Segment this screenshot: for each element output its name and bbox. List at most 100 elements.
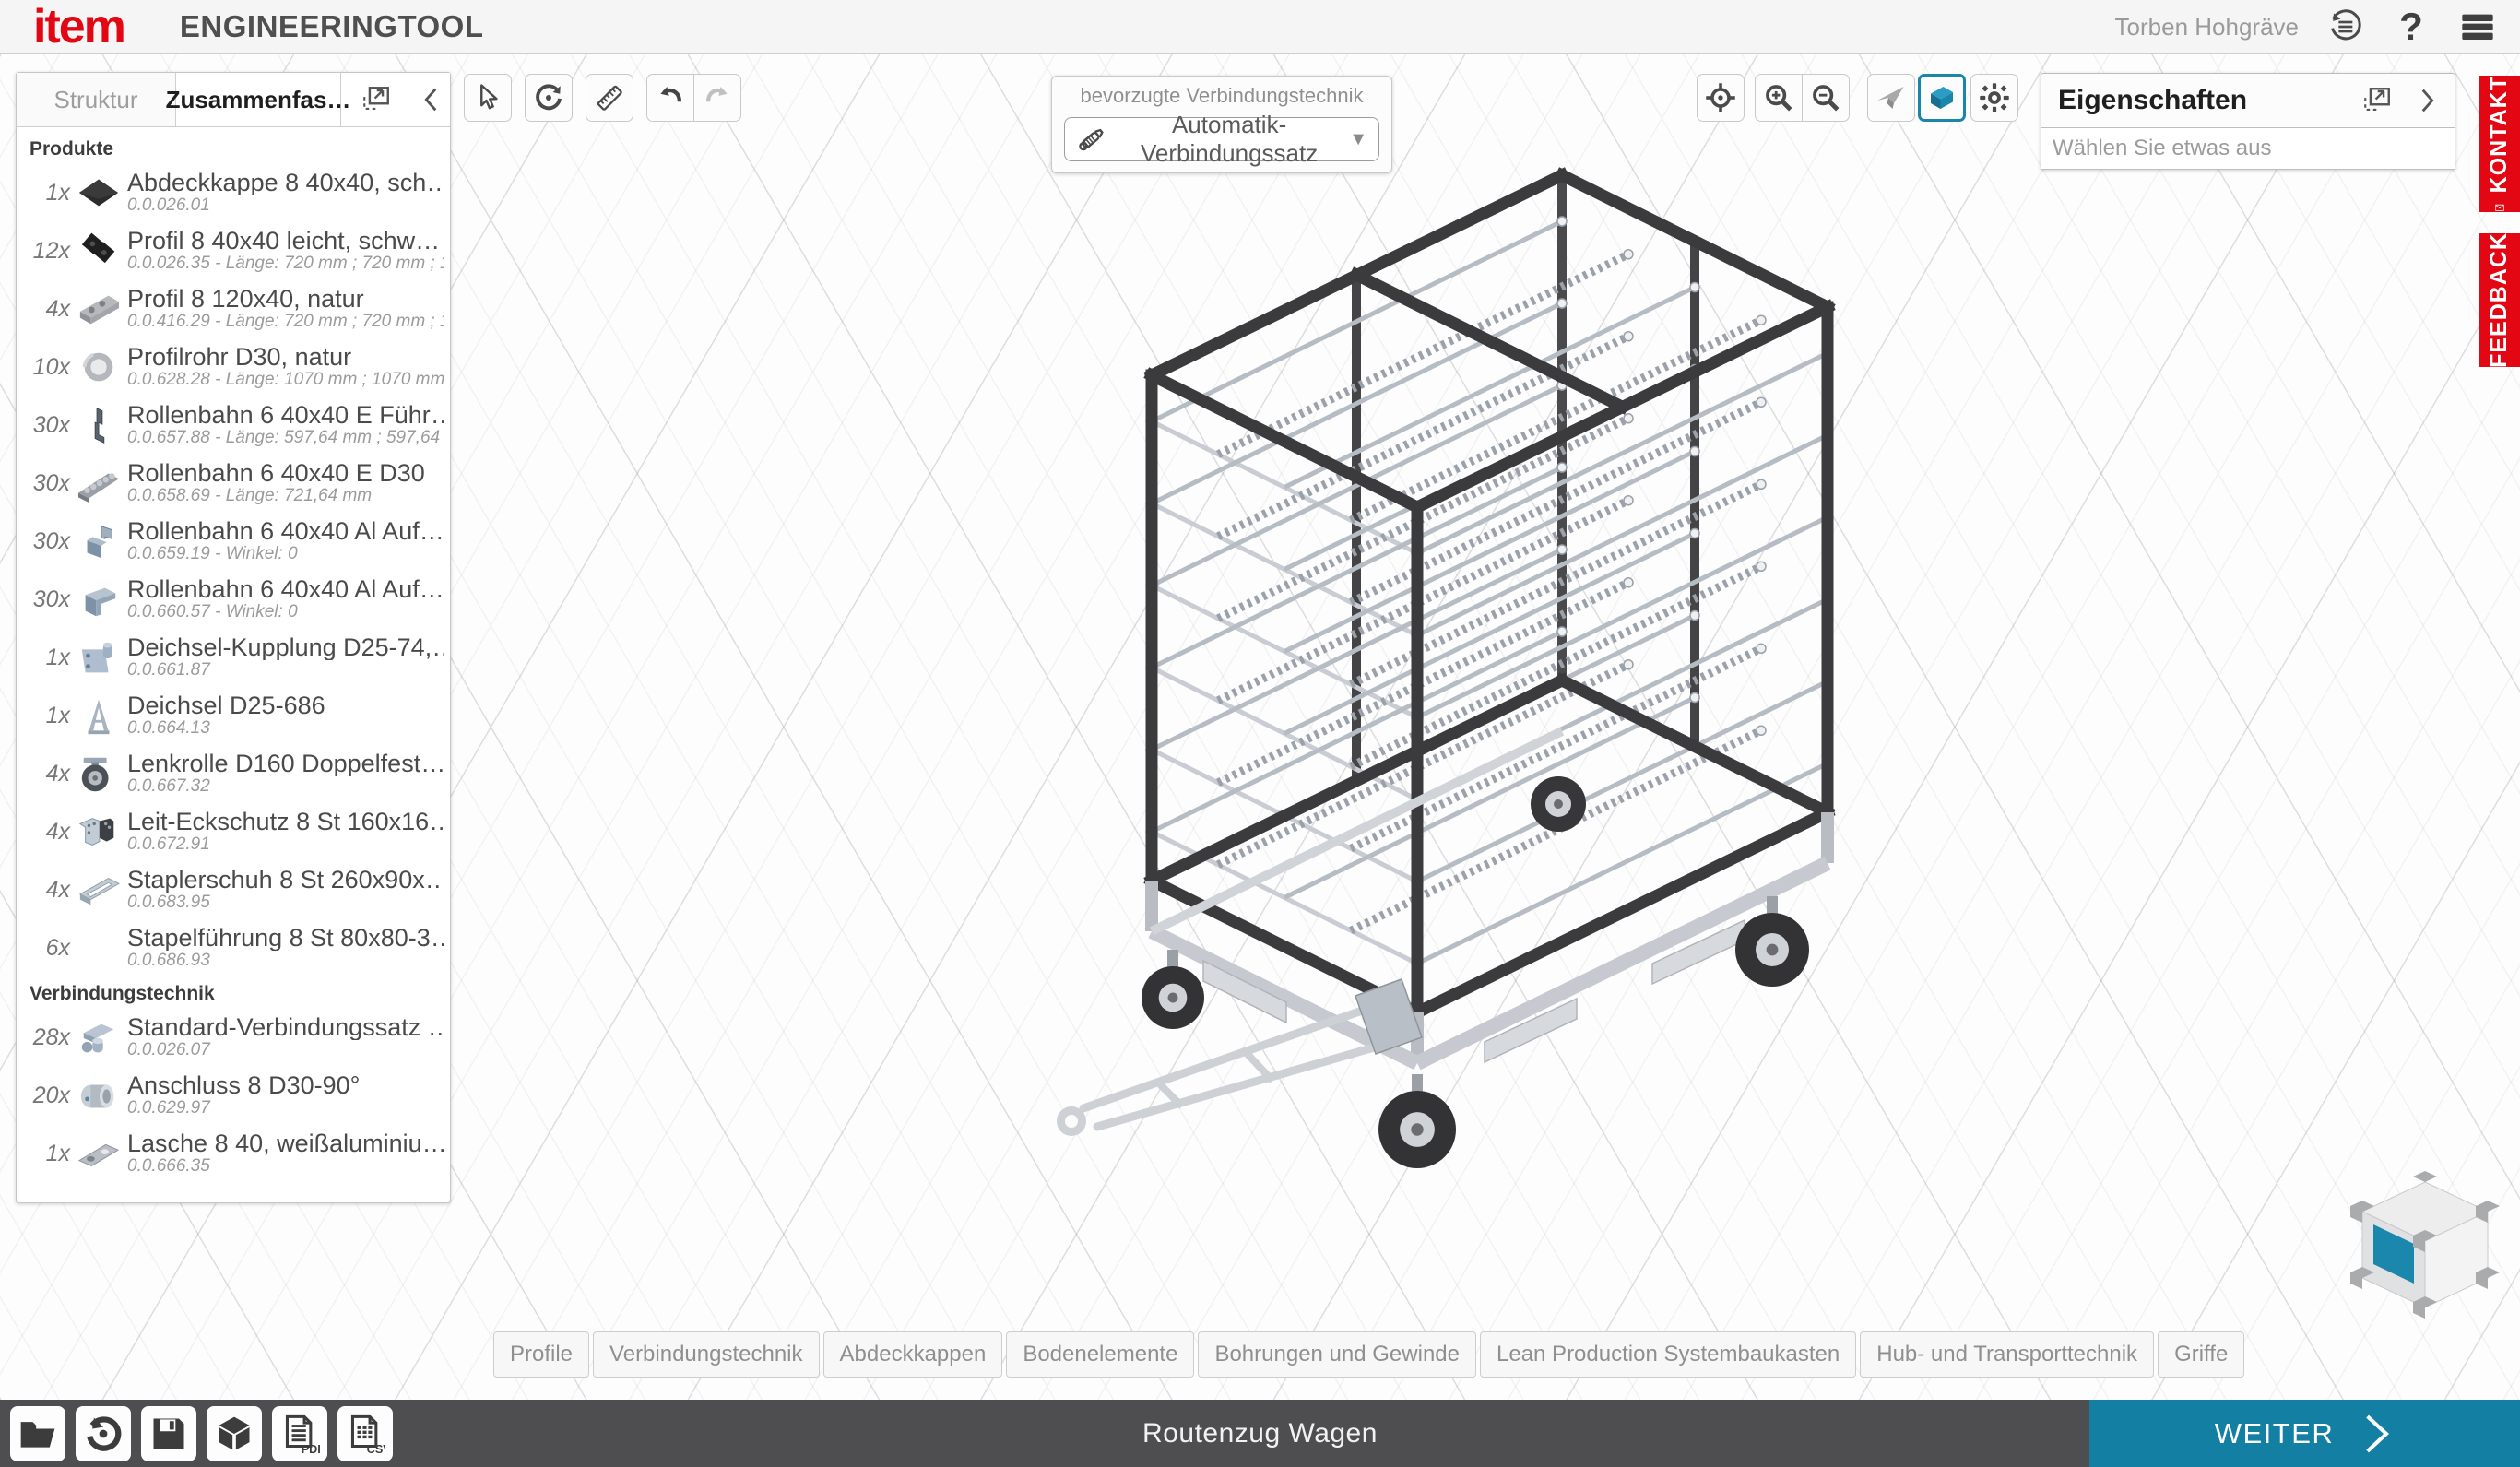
part-list-item[interactable]: 30xRollenbahn 6 40x40 E Führ…0.0.657.88 … [17, 396, 450, 455]
export-csv-button[interactable]: CSV [337, 1406, 393, 1461]
open-project-button[interactable] [10, 1406, 65, 1461]
drawbar-icon [70, 695, 127, 738]
category-tab-griffe[interactable]: Griffe [2158, 1331, 2244, 1378]
help-icon[interactable]: ? [2391, 6, 2431, 47]
part-list-item[interactable]: 1xDeichsel-Kupplung D25-74,…0.0.661.87 [17, 629, 450, 687]
part-article-number: 0.0.686.93 [127, 951, 444, 972]
redo-button[interactable] [693, 74, 741, 122]
popout-panel-icon[interactable] [358, 81, 395, 118]
collapse-panel-icon[interactable] [413, 81, 450, 118]
part-list-item[interactable]: 4xStaplerschuh 8 St 260x90x…0.0.683.95 [17, 861, 450, 919]
feedback-tab[interactable]: FEEDBACK [2479, 233, 2520, 367]
measure-tool-button[interactable] [586, 74, 633, 122]
bracket2-icon [70, 579, 127, 621]
tab-zusammenfassung[interactable]: Zusammenfas… [176, 73, 341, 126]
solid-view-button[interactable] [1918, 74, 1966, 122]
corner-guard-icon [70, 811, 127, 854]
part-title: Rollenbahn 6 40x40 E D30 [127, 460, 444, 486]
category-tab-verbindungstechnik[interactable]: Verbindungstechnik [593, 1331, 819, 1378]
tab-struktur[interactable]: Struktur [17, 73, 176, 126]
footer-bar: PDF CSV Routenzug Wagen WEITER [0, 1400, 2520, 1467]
wireframe-view-button[interactable] [1867, 74, 1915, 122]
part-list-item[interactable]: 4xLeit-Eckschutz 8 St 160x16…0.0.672.91 [17, 803, 450, 861]
caret-down-icon: ▼ [1349, 129, 1367, 150]
category-tab-profile[interactable]: Profile [493, 1331, 589, 1378]
part-article-number: 0.0.416.29 - Länge: 720 mm ; 720 mm ; 12… [127, 312, 444, 333]
part-quantity: 1x [17, 180, 70, 207]
kontakt-tab[interactable]: KONTAKT [2479, 76, 2520, 212]
category-tab-bohrungen-und-gewinde[interactable]: Bohrungen und Gewinde [1198, 1331, 1476, 1378]
reset-project-button[interactable] [76, 1406, 131, 1461]
part-list-item[interactable]: 4xProfil 8 120x40, natur0.0.416.29 - Län… [17, 280, 450, 338]
zoom-in-button[interactable] [1755, 74, 1802, 122]
popout-properties-icon[interactable] [2359, 82, 2396, 119]
part-list-item[interactable]: 10xProfilrohr D30, natur0.0.628.28 - Län… [17, 338, 450, 396]
weiter-button[interactable]: WEITER [2089, 1400, 2520, 1467]
section-label: Produkte [17, 133, 450, 164]
screw-icon [1074, 122, 1109, 157]
part-list-item[interactable]: 4xLenkrolle D160 Doppelfest…0.0.667.32 [17, 745, 450, 803]
part-title: Rollenbahn 6 40x40 Al Auf… [127, 576, 444, 602]
part-title: Deichsel D25-686 [127, 692, 444, 718]
part-title: Rollenbahn 6 40x40 E Führ… [127, 402, 444, 428]
export-3d-button[interactable] [207, 1406, 262, 1461]
part-title: Lasche 8 40, weißaluminiu… [127, 1130, 444, 1156]
part-list-item[interactable]: 30x Rollenbahn 6 40x40 Al Auf…0.0.660.57 … [17, 571, 450, 629]
center-view-button[interactable] [1697, 74, 1745, 122]
viewport-settings-button[interactable] [1970, 74, 2018, 122]
properties-title: Eigenschaften [2058, 85, 2359, 116]
part-quantity: 30x [17, 586, 70, 613]
svg-text:CSV: CSV [367, 1443, 385, 1454]
3d-viewport-canvas[interactable]: Struktur Zusammenfas… Produkte1xAbdeckka… [0, 54, 2520, 1400]
save-button[interactable] [141, 1406, 196, 1461]
menu-icon[interactable] [2457, 6, 2498, 47]
part-list-item[interactable]: 12xProfil 8 40x40 leicht, schw…0.0.026.3… [17, 222, 450, 280]
part-list-item[interactable]: 1xLasche 8 40, weißaluminiu…0.0.666.35 [17, 1125, 450, 1183]
part-article-number: 0.0.660.57 - Winkel: 0 [127, 602, 444, 623]
part-quantity: 30x [17, 412, 70, 439]
part-list-item[interactable]: 28xStandard-Verbindungssatz …0.0.026.07 [17, 1009, 450, 1067]
part-list-item[interactable]: 1xAbdeckkappe 8 40x40, sch…0.0.026.01 [17, 164, 450, 222]
part-article-number: 0.0.658.69 - Länge: 721,64 mm [127, 486, 444, 507]
part-article-number: 0.0.026.07 [127, 1040, 444, 1061]
part-list-item[interactable]: 30xRollenbahn 6 40x40 E D300.0.658.69 - … [17, 455, 450, 513]
select-tool-button[interactable] [464, 74, 512, 122]
undo-button[interactable] [646, 74, 693, 122]
export-pdf-button[interactable]: PDF [272, 1406, 327, 1461]
category-tab-abdeckkappen[interactable]: Abdeckkappen [823, 1331, 1003, 1378]
part-article-number: 0.0.672.91 [127, 834, 444, 856]
profile-gray-icon [70, 289, 127, 331]
part-list-item[interactable]: 30xRollenbahn 6 40x40 Al Auf…0.0.659.19 … [17, 513, 450, 571]
part-list-item[interactable]: 1xDeichsel D25-6860.0.664.13 [17, 687, 450, 745]
part-list-item[interactable]: 20xAnschluss 8 D30-90°0.0.629.97 [17, 1067, 450, 1125]
none-icon [70, 928, 127, 970]
part-quantity: 4x [17, 296, 70, 323]
session-history-icon[interactable] [2325, 6, 2365, 47]
part-quantity: 6x [17, 935, 70, 962]
view-navigation-cube[interactable] [2342, 1165, 2508, 1331]
part-article-number: 0.0.026.35 - Länge: 720 mm ; 720 mm ; 11… [127, 254, 444, 275]
part-list-item[interactable]: 6xStapelführung 8 St 80x80-3…0.0.686.93 [17, 919, 450, 977]
zoom-out-button[interactable] [1802, 74, 1850, 122]
section-label: Verbindungstechnik [17, 977, 450, 1009]
cap-icon [70, 172, 127, 215]
part-quantity: 20x [17, 1083, 70, 1109]
part-article-number: 0.0.659.19 - Winkel: 0 [127, 544, 444, 565]
profile-black-icon [70, 231, 127, 273]
part-quantity: 1x [17, 1141, 70, 1167]
part-title: Profilrohr D30, natur [127, 344, 444, 370]
part-quantity: 1x [17, 645, 70, 671]
plate-icon [70, 1133, 127, 1176]
tube-icon [70, 347, 127, 389]
part-article-number: 0.0.629.97 [127, 1098, 444, 1119]
part-title: Standard-Verbindungssatz … [127, 1014, 444, 1040]
bracket-icon [70, 521, 127, 563]
connector-select[interactable]: Automatik-Verbindungssatz ▼ [1064, 117, 1379, 161]
category-tab-lean-production-systembaukasten[interactable]: Lean Production Systembaukasten [1480, 1331, 1856, 1378]
connector-preference-panel: bevorzugte Verbindungstechnik Automatik-… [1051, 76, 1392, 173]
category-tab-hub-und-transporttechnik[interactable]: Hub- und Transporttechnik [1860, 1331, 2154, 1378]
caster-icon [70, 753, 127, 796]
rotate-view-button[interactable] [525, 74, 573, 122]
collapse-properties-icon[interactable] [2408, 82, 2445, 119]
category-tab-bodenelemente[interactable]: Bodenelemente [1006, 1331, 1194, 1378]
